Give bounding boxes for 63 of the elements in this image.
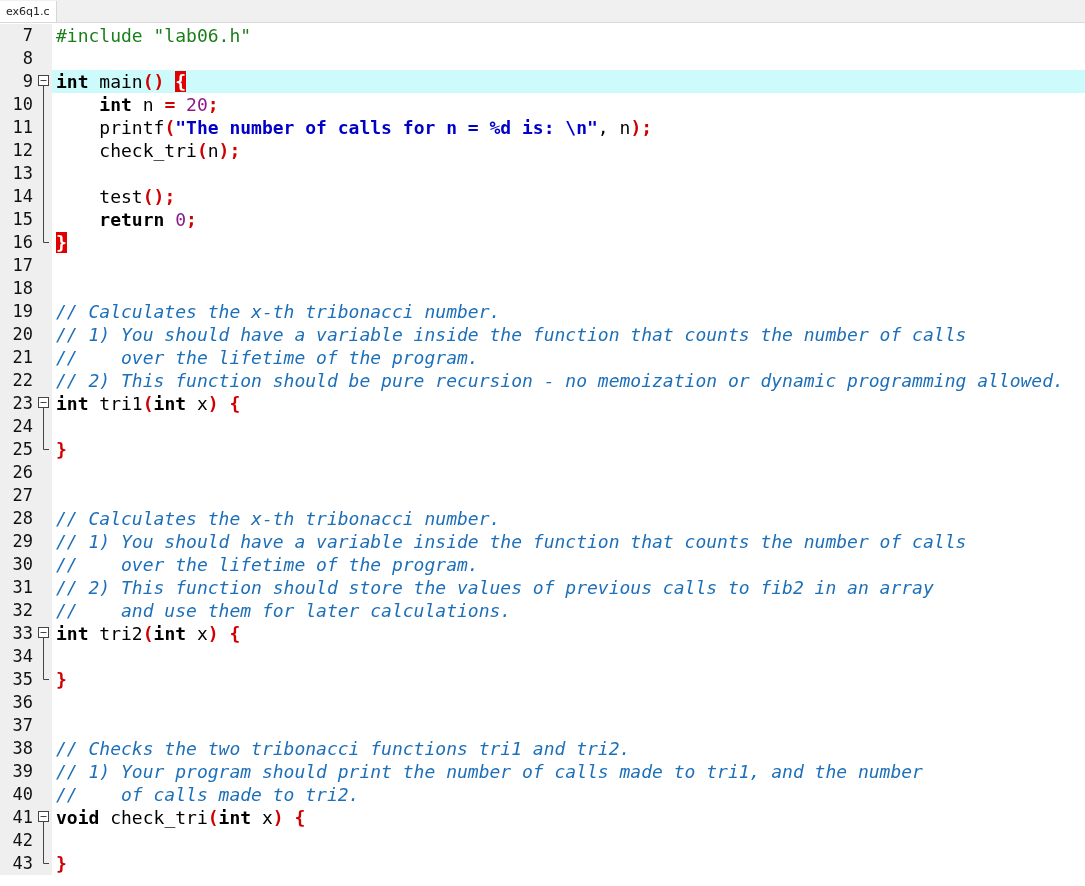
line-number: 42 — [11, 829, 34, 852]
code-line: int tri1(int x) { — [56, 392, 241, 415]
line-number: 32 — [11, 599, 34, 622]
line-number: 16 — [11, 231, 34, 254]
line-number: 21 — [11, 346, 34, 369]
line-number: 30 — [11, 553, 34, 576]
code-line: } — [56, 438, 67, 461]
line-number: 39 — [11, 760, 34, 783]
line-number: 31 — [11, 576, 34, 599]
code-line: test(); — [98, 185, 176, 208]
line-number: 34 — [11, 645, 34, 668]
line-number: 12 — [11, 139, 34, 162]
code-line: } — [56, 668, 67, 691]
line-number: 22 — [11, 369, 34, 392]
line-number: 43 — [11, 852, 34, 875]
line-number: 8 — [21, 47, 34, 70]
code-line: int n = 20; — [98, 93, 219, 116]
line-number: 33 — [11, 622, 34, 645]
line-number: 17 — [11, 254, 34, 277]
code-line: // 1) Your program should print the number of calls made to tri1, and the number — [56, 760, 923, 783]
code-line: // 1) You should have a variable inside the function that counts the number of calls — [56, 530, 967, 553]
line-number: 37 — [11, 714, 34, 737]
line-number: 38 — [11, 737, 34, 760]
line-number: 41 — [11, 806, 34, 829]
code-line: return 0; — [98, 208, 197, 231]
line-number: 10 — [11, 93, 34, 116]
line-number: 29 — [11, 530, 34, 553]
code-line: } — [56, 852, 67, 875]
code-line: check_tri(n); — [98, 139, 241, 162]
code-line: // Calculates the x-th tribonacci number. — [56, 507, 501, 530]
code-line: // over the lifetime of the program. — [56, 553, 479, 576]
code-line: int tri2(int x) { — [56, 622, 241, 645]
code-line: // 2) This function should be pure recursion - no memoization or dynamic programming allowed. — [56, 369, 1064, 392]
line-number: 28 — [11, 507, 34, 530]
line-number: 13 — [11, 162, 34, 185]
code-line: #include "lab06.h" — [56, 24, 252, 47]
code-line: int main() { — [56, 70, 187, 93]
line-number: 9 — [21, 70, 34, 93]
code-line: void check_tri(int x) { — [56, 806, 306, 829]
line-number: 11 — [11, 116, 34, 139]
line-number: 24 — [11, 415, 34, 438]
code-line: // and use them for later calculations. — [56, 599, 512, 622]
line-number: 18 — [11, 277, 34, 300]
line-number: 40 — [11, 783, 34, 806]
file-tab[interactable]: ex6q1.c — [0, 1, 57, 22]
line-number: 15 — [11, 208, 34, 231]
code-line: // 1) You should have a variable inside the function that counts the number of calls — [56, 323, 967, 346]
line-number: 19 — [11, 300, 34, 323]
code-line: // over the lifetime of the program. — [56, 346, 479, 369]
line-number: 26 — [11, 461, 34, 484]
line-number: 23 — [11, 392, 34, 415]
line-number: 20 — [11, 323, 34, 346]
code-line: // Calculates the x-th tribonacci number. — [56, 300, 501, 323]
code-line: // Checks the two tribonacci functions tri1 and tri2. — [56, 737, 631, 760]
line-number: 7 — [21, 24, 34, 47]
line-number: 36 — [11, 691, 34, 714]
code-line: // of calls made to tri2. — [56, 783, 360, 806]
code-line: printf("The number of calls for n = %d is: \n", n); — [98, 116, 653, 139]
line-number: 14 — [11, 185, 34, 208]
code-line: // 2) This function should store the values of previous calls to fib2 in an array — [56, 576, 934, 599]
line-number: 27 — [11, 484, 34, 507]
line-number: 35 — [11, 668, 34, 691]
line-number: 25 — [11, 438, 34, 461]
